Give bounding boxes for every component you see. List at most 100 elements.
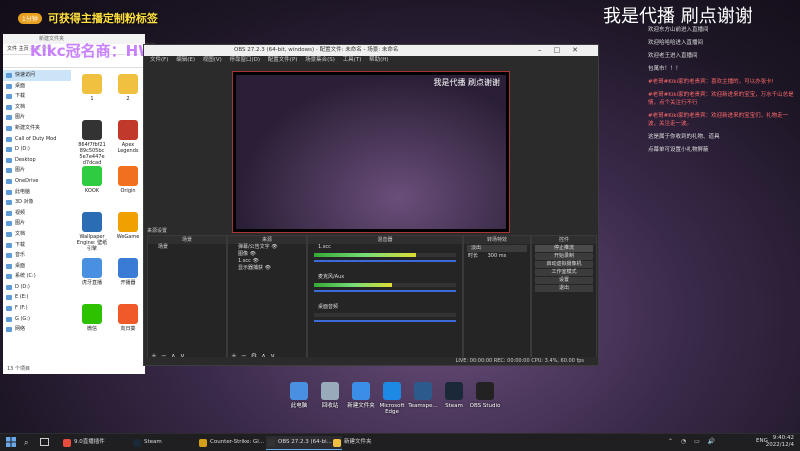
nav-item[interactable]: 新建文件夹 bbox=[3, 123, 71, 134]
taskbar-item[interactable]: 新建文件夹 bbox=[332, 436, 402, 449]
file-item[interactable]: 虎牙直播 bbox=[75, 258, 109, 286]
file-item[interactable]: KOOK bbox=[75, 166, 109, 194]
eye-icon[interactable]: 👁 bbox=[263, 265, 271, 271]
control-button[interactable]: 退出 bbox=[535, 285, 593, 292]
source-item[interactable]: 图像 👁 bbox=[228, 251, 306, 258]
obs-titlebar[interactable]: OBS 27.2.3 (64-bit, windows) - 配置文件: 未命名… bbox=[144, 45, 598, 56]
desktop-icon[interactable]: 回收站 bbox=[313, 382, 347, 409]
volume-slider[interactable] bbox=[314, 260, 456, 262]
file-item[interactable]: Origin bbox=[111, 166, 145, 194]
clock-time: 9:40:42 bbox=[772, 435, 794, 441]
nav-item[interactable]: 图片 bbox=[3, 112, 71, 123]
scene-item[interactable]: 场景 bbox=[148, 244, 226, 251]
desktop-icon[interactable]: OBS Studio bbox=[468, 382, 502, 409]
eye-icon[interactable]: 👁 bbox=[270, 244, 277, 250]
window-controls[interactable]: –□✕ bbox=[538, 45, 590, 56]
nav-item[interactable]: G (G:) bbox=[3, 314, 71, 325]
file-item[interactable]: 864f7fbf21 89c505bc 5e7e447e d7dcad bbox=[75, 120, 109, 166]
nav-item[interactable]: 网络 bbox=[3, 324, 71, 335]
tray-icons[interactable]: ⌃ ◔ ▭ 🔊 bbox=[668, 438, 718, 445]
mixer-dock[interactable]: 混音器 1.scc 麦克风/Aux 桌面音频 bbox=[307, 235, 463, 363]
chat-panel: 欢迎东方山前进入直播间 欢迎哈哈哈进入直播间 欢迎老王进入直播间 包萬市！！！ #老哥#… bbox=[648, 26, 798, 159]
app-icon bbox=[352, 382, 370, 400]
source-item[interactable]: 弹幕/公告文字 👁 bbox=[228, 244, 306, 251]
obs-menu-bar[interactable]: 文件(F) 编辑(E) 视图(V) 停靠窗口(D) 配置文件(P) 场景集合(S… bbox=[144, 56, 598, 65]
search-icon[interactable]: ⌕ bbox=[24, 438, 28, 448]
taskbar-item[interactable]: 9.0直播插件 bbox=[62, 436, 138, 449]
nav-item[interactable]: Call of Duty Mod bbox=[3, 134, 71, 145]
taskbar-item[interactable]: Counter-Strike: Gl... bbox=[198, 436, 274, 449]
obs-preview-canvas[interactable]: 我是代播 刷点谢谢 bbox=[232, 71, 510, 233]
nav-item[interactable]: 此电脑 bbox=[3, 187, 71, 198]
nav-item[interactable]: 快速访问 bbox=[3, 70, 71, 81]
scenes-dock[interactable]: 场景 场景 +−∧∨ bbox=[147, 235, 227, 363]
taskbar-item[interactable]: Steam bbox=[132, 436, 206, 449]
desktop-icon[interactable]: Microsoft Edge bbox=[375, 382, 409, 415]
nav-item[interactable]: 下载 bbox=[3, 240, 71, 251]
windows-start-icon[interactable] bbox=[6, 437, 16, 447]
file-label: Origin bbox=[120, 188, 136, 194]
nav-item[interactable]: 系统 (C:) bbox=[3, 271, 71, 282]
control-button[interactable]: 停止推流 bbox=[535, 245, 593, 252]
source-item[interactable]: 1.scc 👁 bbox=[228, 258, 306, 265]
control-button[interactable]: 开始录制 bbox=[535, 253, 593, 260]
control-button[interactable]: 工作室模式 bbox=[535, 269, 593, 276]
nav-item[interactable]: F (F:) bbox=[3, 303, 71, 314]
nav-item[interactable]: 桌面 bbox=[3, 81, 71, 92]
desktop-icon[interactable]: 此电脑 bbox=[282, 382, 316, 409]
nav-item[interactable]: 下载 bbox=[3, 91, 71, 102]
file-item[interactable]: 向日葵 bbox=[111, 304, 145, 332]
nav-item[interactable]: 图片 bbox=[3, 218, 71, 229]
source-item[interactable]: 显示器捕获 👁 bbox=[228, 265, 306, 272]
transitions-dock[interactable]: 转场特效 淡出 时长 300 ms bbox=[463, 235, 531, 363]
folder-icon bbox=[6, 327, 12, 333]
explorer-file-grid[interactable]: 1 2 864f7fbf21 89c505bc 5e7e447e d7dcad Ape… bbox=[75, 74, 145, 364]
task-view-icon[interactable] bbox=[40, 438, 49, 446]
file-item[interactable]: 1 bbox=[75, 74, 109, 102]
controls-dock[interactable]: 控件 停止推流 开始录制 启动虚拟摄像机 工作室模式 设置 退出 bbox=[531, 235, 597, 363]
eye-icon[interactable]: 👁 bbox=[251, 258, 258, 264]
nav-item[interactable]: 图片 bbox=[3, 165, 71, 176]
nav-item[interactable]: D (D:) bbox=[3, 144, 71, 155]
desktop-icon[interactable]: Teamspe... bbox=[406, 382, 440, 409]
taskbar[interactable]: ⌕ 9.0直播插件 Steam Counter-Strike: Gl... OBS 2… bbox=[0, 433, 800, 451]
volume-slider[interactable] bbox=[314, 290, 456, 292]
desktop-icon-label: Steam bbox=[445, 403, 463, 409]
app-icon bbox=[133, 439, 141, 447]
eye-icon[interactable]: 👁 bbox=[248, 251, 256, 257]
nav-item[interactable]: E (E:) bbox=[3, 292, 71, 303]
file-item[interactable]: 2 bbox=[111, 74, 145, 102]
obs-window[interactable]: OBS 27.2.3 (64-bit, windows) - 配置文件: 未命名… bbox=[143, 44, 599, 366]
nav-item[interactable]: OneDrive bbox=[3, 176, 71, 187]
nav-item[interactable]: D (D:) bbox=[3, 282, 71, 293]
nav-item-label: 3D 对象 bbox=[15, 199, 34, 206]
desktop-icon[interactable]: Steam bbox=[437, 382, 471, 409]
nav-item[interactable]: Desktop bbox=[3, 155, 71, 166]
nav-item[interactable]: 视频 bbox=[3, 208, 71, 219]
nav-item[interactable]: 桌面 bbox=[3, 261, 71, 272]
duration-input[interactable]: 300 ms bbox=[488, 253, 507, 259]
desktop-icon[interactable]: 新建文件夹 bbox=[344, 382, 378, 409]
file-item[interactable]: 微信 bbox=[75, 304, 109, 332]
file-item[interactable]: Wallpaper Engine: 壁纸引擎 bbox=[75, 212, 109, 252]
file-item[interactable]: 开播器 bbox=[111, 258, 145, 286]
stream-title: 我是代播 刷点谢谢 bbox=[603, 6, 753, 27]
nav-item[interactable]: 音乐 bbox=[3, 250, 71, 261]
nav-item-label: OneDrive bbox=[15, 177, 39, 184]
transition-select[interactable]: 淡出 bbox=[467, 245, 527, 252]
file-explorer-window[interactable]: 新建文件夹 文件 主页 共享 查看 快速访问 桌面 下载 文档 图片 新建文件夹 Call … bbox=[3, 34, 145, 374]
nav-item[interactable]: 文档 bbox=[3, 229, 71, 240]
file-item[interactable]: WeGame bbox=[111, 212, 145, 240]
folder-icon bbox=[6, 168, 12, 174]
volume-slider[interactable] bbox=[314, 320, 456, 322]
taskbar-item[interactable]: OBS 27.2.3 (64-bi... bbox=[266, 436, 342, 450]
nav-item[interactable]: 3D 对象 bbox=[3, 197, 71, 208]
control-button[interactable]: 设置 bbox=[535, 277, 593, 284]
control-button[interactable]: 启动虚拟摄像机 bbox=[535, 261, 593, 268]
nav-item[interactable]: 文档 bbox=[3, 102, 71, 113]
duration-row[interactable]: 时长 300 ms bbox=[464, 253, 530, 260]
sources-dock[interactable]: 来源 弹幕/公告文字 👁 图像 👁 1.scc 👁 显示器捕获 👁 +−⚙∧∨ bbox=[227, 235, 307, 363]
explorer-navigation-pane[interactable]: 快速访问 桌面 下载 文档 图片 新建文件夹 Call of Duty Mod D (D:) D… bbox=[3, 70, 71, 370]
taskbar-clock[interactable]: 9:40:42 2022/12/4 bbox=[766, 435, 794, 449]
file-item[interactable]: Apex Legends bbox=[111, 120, 145, 154]
